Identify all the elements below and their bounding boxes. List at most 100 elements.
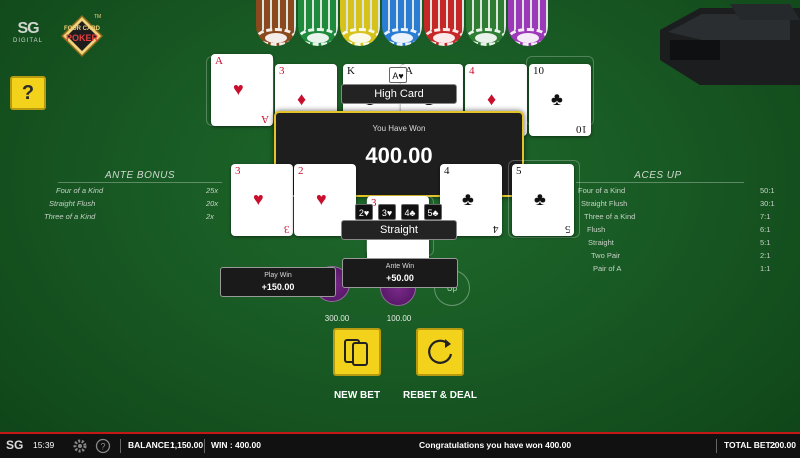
ante-win-label: Ante Win [385,263,415,270]
clock: 15:39 [33,440,55,450]
status-divider [716,439,717,453]
win-value: 400.00 [235,440,261,450]
ante-win-value: +50.00 [386,273,414,283]
card-rank: A [261,113,269,125]
cards-icon [344,339,368,366]
player-mini-card: 2♥ [355,204,373,220]
logo-main-text: POKER [65,33,98,43]
dealer-hand-label: High Card [341,84,457,104]
card-shoe-icon [660,4,800,85]
paytable-payout: 7:1 [760,212,771,221]
chip-stack [382,0,422,46]
dealer-card: A ♥ A [211,54,273,126]
paytable-hand: Two Pair [591,251,621,260]
sg-digital-logo: SG DIGITAL [6,20,50,50]
player-mini-card: 5♣ [424,204,442,220]
ante-bonus-title: ANTE BONUS [104,170,175,181]
chip-stack [466,0,506,46]
paytable-hand: Four of a Kind [56,186,104,195]
player-hand-label: Straight [341,220,457,240]
card-rank: 3 [235,165,241,177]
player-card: 3 ♥ 3 [231,164,293,236]
aces-up-divider [576,182,744,183]
paytable-payout: 1:1 [760,264,771,273]
player-card: 5 ♣ 5 [512,164,574,236]
sg-logo-text: SG [17,20,39,37]
card-rank: 5 [516,165,522,177]
status-divider [204,439,205,453]
help-button[interactable]: ? [10,76,46,110]
card-suit: ♥ [233,79,244,99]
paytable-payout: 5:1 [760,238,771,247]
aces-up-title: ACES UP [634,170,682,181]
paytable-hand: Flush [587,225,606,234]
card-rank: 3 [279,65,285,77]
card-suit: ♥ [316,189,327,209]
status-message: Congratulations you have won 400.00 [419,440,572,450]
player-mini-card: 3♥ [378,204,396,220]
ante-win-popup: Ante Win +50.00 [342,258,458,288]
ante-bonus-divider [58,182,222,183]
card-suit: ♥ [253,189,264,209]
play-bet-amount: 300.00 [324,314,350,323]
card-suit: ♣ [551,89,563,109]
total-bet-label: TOTAL BET : [724,440,776,450]
settings-gear-icon[interactable] [72,438,88,454]
rebet-deal-button[interactable] [416,328,464,376]
paytable-hand: Pair of A [593,264,622,273]
total-bet-value: 200.00 [770,440,796,450]
rebet-deal-label[interactable]: REBET & DEAL [395,390,485,401]
logo-top-text: FOUR CARD [64,26,100,32]
card-rank: 10 [576,123,587,135]
status-bar: SG 15:39 ? BALANCE : 1,150.00 WIN : 400.… [0,432,800,458]
chip-stack [424,0,464,46]
player-best-cards: 2♥ 3♥ 4♣ 5♣ [355,204,442,220]
dealer-best-cards: A♥ [389,67,407,83]
card-rank: 4 [469,65,475,77]
win-title: You Have Won [372,124,426,133]
paytable-payout: 2x [206,212,214,221]
chip-stack [256,0,296,46]
card-rank: 10 [533,65,544,77]
paytable-payout: 50:1 [760,186,775,195]
dealer-card: 10 ♣ 10 [529,64,591,136]
ante-bet-amount: 100.00 [386,314,412,323]
card-suit: ♦ [487,89,497,109]
paytable-payout: 6:1 [760,225,771,234]
paytable-payout: 30:1 [760,199,775,208]
balance-label: BALANCE : [128,440,175,450]
win-label: WIN : [211,440,233,450]
card-rank: K [347,65,355,77]
play-win-label: Play Win [264,272,292,279]
card-rank: 5 [564,223,571,235]
player-mini-card: 4♣ [401,204,419,220]
card-rank: 4 [492,223,499,235]
chip-stack [340,0,380,46]
repeat-icon [428,339,453,364]
card-suit: ♣ [462,189,474,209]
balance-value: 1,150.00 [170,440,204,450]
card-rank: 3 [283,223,290,235]
card-rank: 2 [298,165,304,177]
card-rank: A [215,55,223,67]
status-divider [120,439,121,453]
status-sg-logo: SG [6,438,24,452]
paytable-hand: Straight Flush [581,199,628,208]
dealer-mini-card: A♥ [389,67,407,83]
new-bet-button[interactable] [333,328,381,376]
logo-trademark: TM [94,14,102,20]
paytable-payout: 2:1 [760,251,771,260]
card-rank: 4 [444,165,450,177]
new-bet-label[interactable]: NEW BET [312,390,402,401]
help-circle-icon[interactable]: ? [95,438,111,454]
chip-stack [508,0,548,46]
paytable-payout: 20x [206,199,219,208]
play-win-popup: Play Win +150.00 [220,267,336,297]
paytable-hand: Three of a Kind [584,212,636,221]
play-win-value: +150.00 [261,282,295,292]
card-suit: ♦ [297,89,307,109]
paytable-hand: Straight Flush [49,199,96,208]
chip-stack [298,0,338,46]
paytable-payout: 25x [206,186,219,195]
card-suit: ♣ [534,189,546,209]
